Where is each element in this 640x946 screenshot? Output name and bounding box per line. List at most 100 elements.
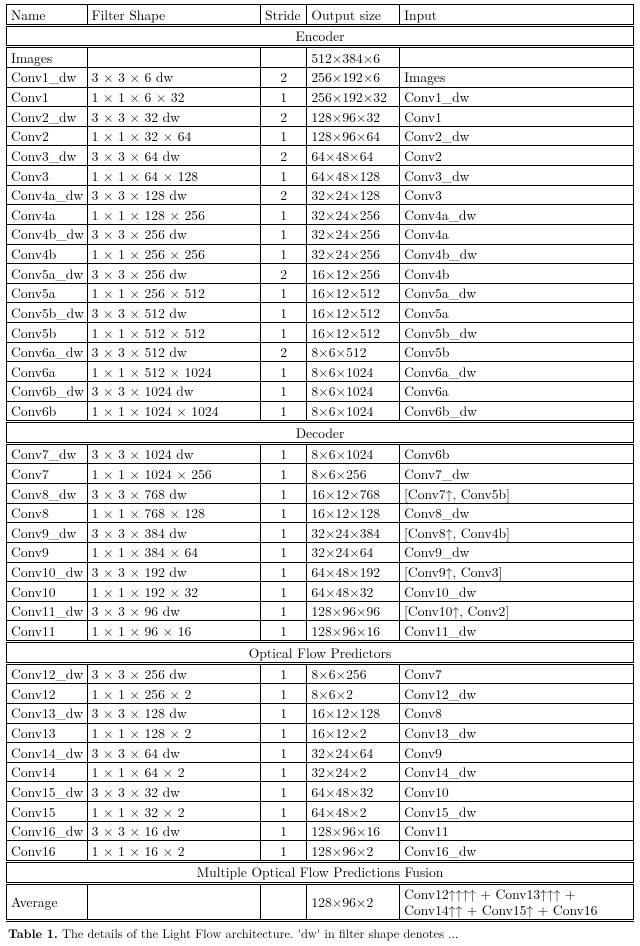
cell: Conv8 xyxy=(7,503,88,523)
col-header: Input xyxy=(400,5,634,26)
cell: Conv10 xyxy=(7,582,88,602)
cell: 64×48×64 xyxy=(307,146,400,166)
table-row: Conv10_dw3 × 3 × 192 dw164×48×192[Conv9↑… xyxy=(7,562,634,582)
cell: 64×48×192 xyxy=(307,562,400,582)
cell: 3 × 3 × 256 dw xyxy=(87,264,260,284)
table-row: Conv131 × 1 × 128 × 2116×12×2Conv13_dw xyxy=(7,723,634,743)
table-row: Conv101 × 1 × 192 × 32164×48×32Conv10_dw xyxy=(7,582,634,602)
cell: Conv6b xyxy=(7,401,88,422)
cell: 1 xyxy=(261,665,307,684)
cell: 2 xyxy=(261,342,307,362)
cell: 16×12×128 xyxy=(307,503,400,523)
cell: Conv2_dw xyxy=(7,107,88,127)
cell: 512×384×6 xyxy=(307,48,400,67)
cell: Conv15 xyxy=(7,802,88,822)
cell: 64×48×2 xyxy=(307,802,400,822)
cell: Conv5b_dw xyxy=(400,323,634,343)
table-row: Conv161 × 1 × 16 × 21128×96×2Conv16_dw xyxy=(7,841,634,862)
cell: 3 × 3 × 1024 dw xyxy=(87,445,260,464)
cell: Conv9_dw xyxy=(7,523,88,543)
cell: 1 × 1 × 32 × 64 xyxy=(87,126,260,146)
cell: Conv13_dw xyxy=(7,703,88,723)
table-row: Conv11_dw3 × 3 × 96 dw1128×96×96[Conv10↑… xyxy=(7,601,634,621)
table-row: Images512×384×6 xyxy=(7,48,634,67)
cell: Conv9_dw xyxy=(400,542,634,562)
cell: 16×12×128 xyxy=(307,703,400,723)
cell: 1 × 1 × 64 × 128 xyxy=(87,166,260,186)
cell: Conv4b xyxy=(7,244,88,264)
cell: 1 xyxy=(261,523,307,543)
cell: 3 × 3 × 192 dw xyxy=(87,562,260,582)
cell: 3 × 3 × 6 dw xyxy=(87,67,260,87)
cell: Conv10 xyxy=(400,782,634,802)
cell: 256×192×32 xyxy=(307,87,400,107)
cell: Conv3_dw xyxy=(7,146,88,166)
cell: Conv9 xyxy=(400,743,634,763)
cell: Conv7_dw xyxy=(400,464,634,484)
table-row: Conv151 × 1 × 32 × 2164×48×2Conv15_dw xyxy=(7,802,634,822)
cell: Conv10_dw xyxy=(7,562,88,582)
cell: 1 × 1 × 256 × 2 xyxy=(87,684,260,704)
cell: Conv16 xyxy=(7,841,88,862)
cell: 3 × 3 × 96 dw xyxy=(87,601,260,621)
cell: Conv11_dw xyxy=(400,621,634,642)
table-row: Conv14_dw3 × 3 × 64 dw132×24×64Conv9 xyxy=(7,743,634,763)
cell: 128×96×16 xyxy=(307,621,400,642)
cell: Conv6a xyxy=(7,362,88,382)
cell: Conv4b_dw xyxy=(400,244,634,264)
cell: Conv5a xyxy=(400,303,634,323)
cell: 1 xyxy=(261,205,307,225)
cell: Conv8_dw xyxy=(400,503,634,523)
table-row: Conv13_dw3 × 3 × 128 dw116×12×128Conv8 xyxy=(7,703,634,723)
table-row: Conv12_dw3 × 3 × 256 dw18×6×256Conv7 xyxy=(7,665,634,684)
cell: 64×48×32 xyxy=(307,782,400,802)
cell: 32×24×128 xyxy=(307,185,400,205)
cell: Conv13 xyxy=(7,723,88,743)
table-row: Conv6a_dw3 × 3 × 512 dw28×6×512Conv5b xyxy=(7,342,634,362)
section-title: Decoder xyxy=(7,423,634,443)
cell: 1 xyxy=(261,562,307,582)
cell: 1 xyxy=(261,743,307,763)
table-row: Conv6b_dw3 × 3 × 1024 dw18×6×1024Conv6a xyxy=(7,381,634,401)
cell: Conv4a xyxy=(7,205,88,225)
table-row: Conv111 × 1 × 96 × 161128×96×16Conv11_dw xyxy=(7,621,634,642)
cell: 128×96×2 xyxy=(307,841,400,862)
cell: Conv5b xyxy=(7,323,88,343)
cell: Conv6a_dw xyxy=(400,362,634,382)
cell: 1 × 1 × 1024 × 1024 xyxy=(87,401,260,422)
table-row: Conv5a_dw3 × 3 × 256 dw216×12×256Conv4b xyxy=(7,264,634,284)
cell: Conv9 xyxy=(7,542,88,562)
cell: Conv4b xyxy=(400,264,634,284)
cell: 8×6×1024 xyxy=(307,381,400,401)
cell: 1 xyxy=(261,87,307,107)
table-row: Conv81 × 1 × 768 × 128116×12×128Conv8_dw xyxy=(7,503,634,523)
cell: Conv1 xyxy=(7,87,88,107)
cell: Conv14_dw xyxy=(7,743,88,763)
cell: Conv14 xyxy=(7,762,88,782)
cell: 2 xyxy=(261,146,307,166)
cell: 3 × 3 × 768 dw xyxy=(87,484,260,504)
cell: Conv4a_dw xyxy=(7,185,88,205)
table-row: Conv8_dw3 × 3 × 768 dw116×12×768[Conv7↑,… xyxy=(7,484,634,504)
cell: 16×12×256 xyxy=(307,264,400,284)
cell: Conv11 xyxy=(7,621,88,642)
cell: 1 xyxy=(261,381,307,401)
table-row: Conv121 × 1 × 256 × 218×6×2Conv12_dw xyxy=(7,684,634,704)
cell: Conv1_dw xyxy=(7,67,88,87)
cell: 1 xyxy=(261,601,307,621)
table-row: Conv31 × 1 × 64 × 128164×48×128Conv3_dw xyxy=(7,166,634,186)
cell: 1 xyxy=(261,464,307,484)
cell: 1 × 1 × 384 × 64 xyxy=(87,542,260,562)
cell: 8×6×256 xyxy=(307,464,400,484)
cell: [Conv7↑, Conv5b] xyxy=(400,484,634,504)
caption-label: Table 1. xyxy=(8,924,58,942)
cell: Conv15_dw xyxy=(400,802,634,822)
cell: 2 xyxy=(261,107,307,127)
col-header: Filter Shape xyxy=(87,5,260,26)
cell: 1 × 1 × 32 × 2 xyxy=(87,802,260,822)
cell: 3 × 3 × 128 dw xyxy=(87,185,260,205)
cell: 8×6×2 xyxy=(307,684,400,704)
cell: Conv7 xyxy=(400,665,634,684)
cell: 1 xyxy=(261,166,307,186)
table-row: Conv4b1 × 1 × 256 × 256132×24×256Conv4b_… xyxy=(7,244,634,264)
